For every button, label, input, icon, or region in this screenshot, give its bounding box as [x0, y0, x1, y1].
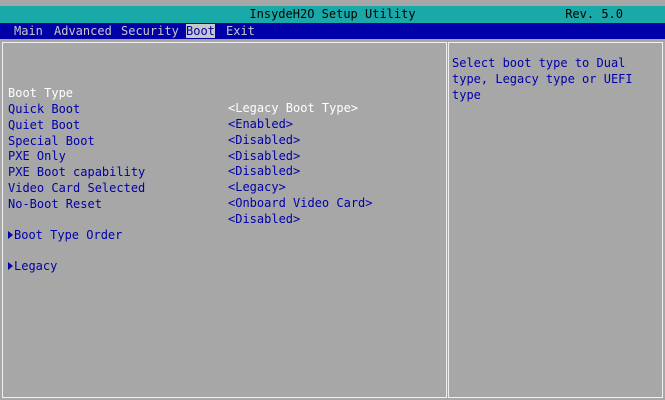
title-bar: InsydeH2O Setup Utility Rev. 5.0	[0, 6, 665, 23]
submenu-label: Legacy	[14, 259, 58, 273]
menu-security[interactable]: Security	[121, 24, 179, 38]
setting-quiet-boot[interactable]: Quiet Boot <Disabled>	[8, 103, 300, 147]
setting-value[interactable]: <Legacy Boot Type>	[228, 101, 358, 116]
setting-no-boot-reset[interactable]: No-Boot Reset <Disabled>	[8, 182, 300, 226]
setting-value[interactable]: <Disabled>	[228, 133, 300, 148]
setting-boot-type[interactable]: Boot Type <Legacy Boot Type>	[8, 71, 358, 115]
submenu-legacy[interactable]: Legacy	[8, 244, 57, 273]
setting-value[interactable]: <Enabled>	[228, 117, 293, 132]
version-label: Rev. 5.0	[565, 7, 623, 21]
help-text: Select boot type to Dual type, Legacy ty…	[452, 56, 640, 102]
setting-value[interactable]: <Disabled>	[228, 149, 300, 164]
setting-pxe-only[interactable]: PXE Only <Disabled>	[8, 134, 300, 178]
setting-special-boot[interactable]: Special Boot <Disabled>	[8, 119, 300, 163]
setting-value[interactable]: <Disabled>	[228, 164, 300, 179]
menu-boot[interactable]: Boot	[186, 24, 215, 38]
menu-exit[interactable]: Exit	[226, 24, 255, 38]
right-triangle-icon	[8, 262, 13, 270]
setting-pxe-boot-capability[interactable]: PXE Boot capability <Legacy>	[8, 150, 286, 194]
setting-value[interactable]: <Onboard Video Card>	[228, 196, 373, 211]
help-panel: Select boot type to Dual type, Legacy ty…	[448, 42, 663, 398]
setting-value[interactable]: <Legacy>	[228, 180, 286, 195]
setting-video-card-selected[interactable]: Video Card Selected <Onboard Video Card>	[8, 166, 373, 210]
menu-bar: Main Advanced Security Boot Exit	[0, 23, 665, 39]
right-triangle-icon	[8, 231, 13, 239]
settings-panel: Boot Type <Legacy Boot Type> Quick Boot …	[2, 42, 447, 398]
setting-value[interactable]: <Disabled>	[228, 212, 300, 227]
setting-label: No-Boot Reset	[8, 197, 102, 211]
menu-advanced[interactable]: Advanced	[54, 24, 112, 38]
setting-quick-boot[interactable]: Quick Boot <Enabled>	[8, 87, 293, 131]
menu-main[interactable]: Main	[14, 24, 43, 38]
submenu-label: Boot Type Order	[14, 228, 123, 242]
submenu-boot-type-order[interactable]: Boot Type Order	[8, 213, 122, 242]
